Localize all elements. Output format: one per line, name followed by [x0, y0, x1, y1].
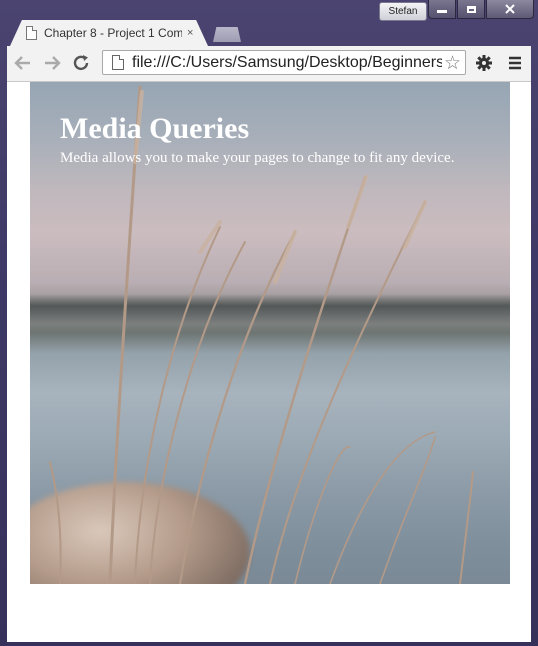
- browser-window: Stefan Chapter 8 - Project 1 Com × file:…: [0, 0, 538, 646]
- maximize-icon: [466, 5, 476, 13]
- maximize-button[interactable]: [457, 0, 485, 19]
- tab-close-button[interactable]: ×: [187, 27, 193, 39]
- page-icon: [112, 55, 124, 70]
- back-arrow-icon: [14, 56, 30, 70]
- reload-button[interactable]: [70, 52, 92, 74]
- minimize-button[interactable]: [428, 0, 456, 19]
- browser-toolbar: file:///C:/Users/Samsung/Desktop/Beginne…: [7, 46, 531, 82]
- new-tab-button[interactable]: [213, 27, 241, 42]
- hamburger-menu-icon: [509, 56, 521, 70]
- gear-icon: [476, 55, 492, 71]
- hero-image: Media Queries Media allows you to make y…: [30, 82, 510, 584]
- bookmark-star-icon[interactable]: ☆: [441, 52, 461, 74]
- close-icon: [505, 4, 515, 14]
- page-viewport: Media Queries Media allows you to make y…: [7, 82, 531, 642]
- profile-badge[interactable]: Stefan: [379, 2, 427, 21]
- forward-arrow-icon: [45, 56, 61, 70]
- window-controls: [427, 0, 534, 19]
- tab-title[interactable]: Chapter 8 - Project 1 Com: [44, 26, 182, 40]
- address-bar[interactable]: file:///C:/Users/Samsung/Desktop/Beginne…: [102, 50, 466, 75]
- tab-content: Chapter 8 - Project 1 Com ×: [26, 20, 198, 46]
- minimize-icon: [437, 10, 447, 13]
- forward-button[interactable]: [41, 52, 63, 74]
- close-window-button[interactable]: [486, 0, 534, 19]
- reload-icon: [73, 55, 89, 71]
- menu-button[interactable]: [504, 52, 526, 74]
- back-button[interactable]: [12, 52, 34, 74]
- settings-button[interactable]: [473, 52, 495, 74]
- page-subtitle: Media allows you to make your pages to c…: [60, 150, 455, 166]
- page-icon: [26, 26, 37, 40]
- url-text[interactable]: file:///C:/Users/Samsung/Desktop/Beginne…: [132, 54, 444, 72]
- page-title: Media Queries: [60, 112, 250, 145]
